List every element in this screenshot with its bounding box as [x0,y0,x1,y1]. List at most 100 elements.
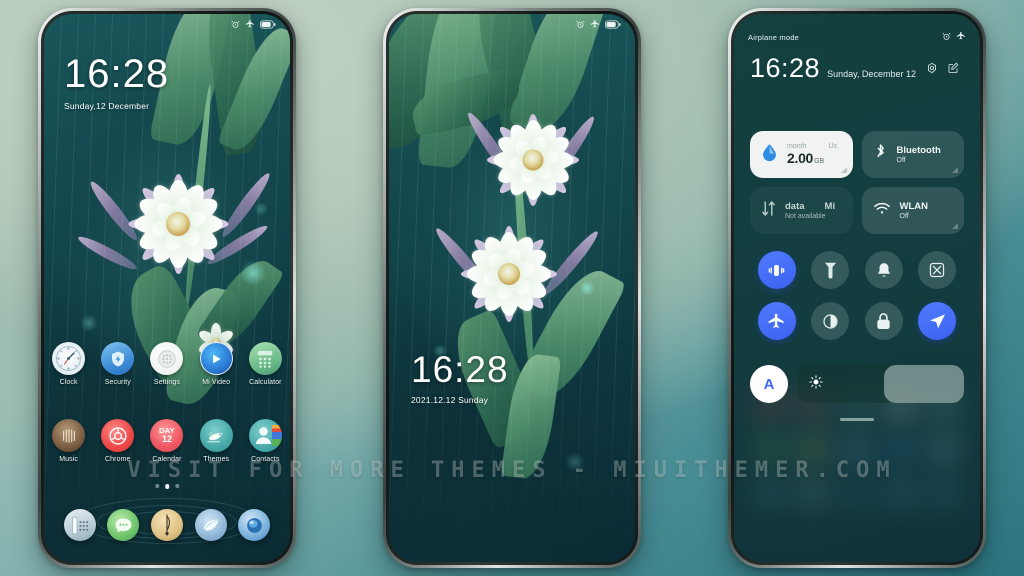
page-dot[interactable] [155,484,159,488]
app-label: Mi Video [202,379,231,386]
control-center-toggles [750,251,964,340]
toggle-dark-mode[interactable] [804,302,858,340]
page-indicator-dots[interactable] [155,484,179,489]
alarm-icon [231,16,240,34]
wifi-icon [873,201,891,221]
auto-brightness-label: A [763,375,775,393]
page-dot-active[interactable] [164,484,170,489]
tile-sim-label: Mi [824,200,836,212]
app-icon-calendar[interactable]: DAY 12 Calendar [142,419,191,463]
toggle-flashlight[interactable] [804,251,858,289]
tile-data-label-used: Us [828,143,838,150]
phone-1-clock-widget[interactable]: 16:28 Sunday,12 December [64,54,169,111]
airplane-mode-label: Airplane mode [748,32,799,42]
toggle-lock[interactable] [857,302,911,340]
brightness-sun-icon [809,374,823,394]
tile-expand-corner[interactable] [952,167,958,173]
drag-handle[interactable] [840,418,874,421]
page-dot[interactable] [175,484,179,488]
app-icon-chrome[interactable]: Chrome [93,419,142,463]
phone-1-screen[interactable]: 16:28 Sunday,12 December Clock Security … [44,14,290,562]
tile-data-label-month: month [787,143,807,150]
settings-gear-icon[interactable] [926,61,938,79]
app-icon-security[interactable]: Security [93,342,142,386]
phone-3-control-center: Airplane mode 16:28 Sunday, December 12 [728,8,986,568]
battery-icon [260,16,276,34]
compass-browser-icon[interactable] [150,509,183,541]
phone-3-screen[interactable]: Airplane mode 16:28 Sunday, December 12 [734,14,980,562]
edit-pencil-icon[interactable] [947,61,959,79]
tile-data-usage[interactable]: month Us 2.00 GB [750,131,853,178]
music-icon [52,419,86,452]
phone-2-screen[interactable]: 16:28 2021.12.12 Sunday [389,14,635,562]
phone-1-date: Sunday,12 December [64,101,150,111]
messages-icon[interactable] [107,509,140,541]
app-label: Themes [203,456,230,463]
tile-title: WLAN [899,200,929,212]
tile-subtitle: Off [896,157,906,165]
control-center-header: 16:28 Sunday, December 12 [750,42,964,82]
dock [44,509,290,541]
phone-2-status-bar [389,14,635,36]
toggle-vibrate[interactable] [750,251,804,289]
app-grid-row-2: Music Chrome DAY 12 Calendar Themes Cont… [44,419,290,463]
clock-app-icon [52,342,86,375]
chrome-icon [101,419,135,452]
phone-3-date: Sunday, December 12 [827,69,916,79]
tile-wlan[interactable]: WLAN Off [861,187,964,234]
toggle-screenshot[interactable] [911,251,965,289]
app-icon-clock[interactable]: Clock [44,342,93,386]
data-drop-icon [761,143,778,167]
brightness-slider[interactable] [797,365,964,403]
tile-expand-corner[interactable] [840,167,847,173]
app-label: Calculator [249,379,282,386]
security-shield-icon [101,342,135,375]
tile-subtitle: Not available [785,213,826,221]
app-icon-contacts[interactable]: Contacts [241,419,290,463]
browser-globe-icon[interactable] [238,509,271,541]
toggle-location[interactable] [911,302,965,340]
app-icon-calculator[interactable]: Calculator [241,342,290,386]
phone-1-home-screen: 16:28 Sunday,12 December Clock Security … [38,8,296,568]
gallery-leaf-icon[interactable] [194,509,227,541]
wallpaper-2 [389,14,635,562]
phone-dialer-icon[interactable] [63,509,96,541]
toggle-airplane[interactable] [750,302,804,340]
brightness-row: A [750,365,964,403]
phone-1-status-bar [44,14,290,36]
brightness-fill [883,365,964,403]
auto-brightness-icon[interactable]: A [750,365,788,403]
calendar-icon: DAY 12 [150,419,184,452]
phone-2-clock-widget[interactable]: 16:28 2021.12.12 Sunday [411,351,509,405]
app-label: Settings [153,379,181,386]
tile-data-unit: GB [814,158,825,165]
airplane-icon [245,16,255,34]
settings-gear-icon [150,342,184,375]
wallpaper-showcase: 16:28 Sunday,12 December Clock Security … [0,0,1024,576]
app-label: Clock [59,379,78,386]
alarm-icon [576,16,585,34]
app-label: Contacts [251,456,280,463]
mobile-data-icon [761,200,776,222]
airplane-icon [590,16,600,34]
app-grid-row-1: Clock Security Settings Mi Video Calcula… [44,342,290,386]
toggle-ringtone[interactable] [857,251,911,289]
phone-2-lock-screen: 16:28 2021.12.12 Sunday [383,8,641,568]
tile-mobile-data[interactable]: data Mi Not available [750,187,853,234]
contacts-person-icon [248,419,282,452]
app-icon-music[interactable]: Music [44,419,93,463]
app-label: Music [59,456,78,463]
tile-subtitle: Off [899,213,909,221]
themes-bird-icon [199,419,233,452]
tile-title: Bluetooth [896,144,941,156]
app-icon-settings[interactable]: Settings [142,342,191,386]
control-center-big-tiles: month Us 2.00 GB Bluetooth Off data Mi N… [750,131,964,234]
calendar-day-number: 12 [161,433,172,444]
app-icon-mi-video[interactable]: Mi Video [192,342,241,386]
tile-bluetooth[interactable]: Bluetooth Off [861,131,964,178]
app-label: Chrome [105,456,131,463]
battery-icon [605,16,621,34]
tile-expand-corner[interactable] [952,223,958,229]
tile-data-value: 2.00 [787,150,814,166]
app-icon-themes[interactable]: Themes [192,419,241,463]
